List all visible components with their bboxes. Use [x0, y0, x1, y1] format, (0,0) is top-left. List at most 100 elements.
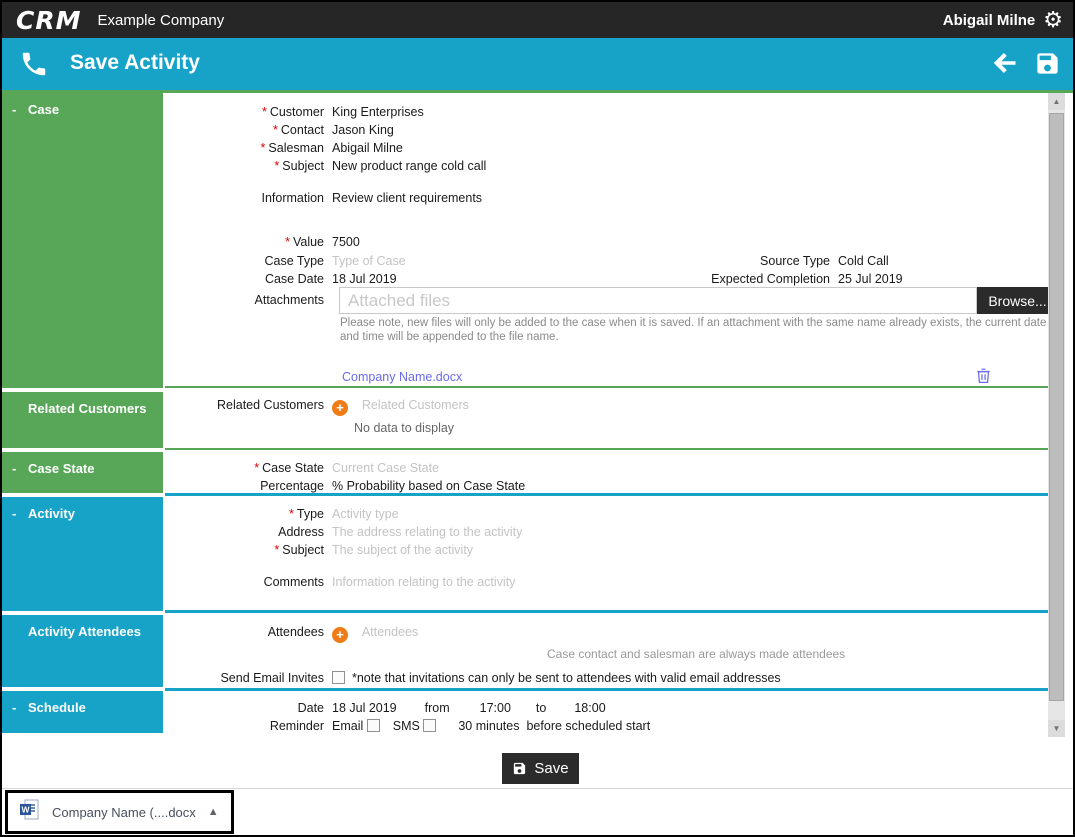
reminder-sms-checkbox[interactable]: [423, 719, 437, 732]
reminder-email-checkbox[interactable]: [366, 719, 380, 732]
phone-icon: [19, 49, 49, 84]
field-label: Information: [261, 191, 324, 205]
field-label: Date: [297, 701, 324, 715]
collapse-minus-icon[interactable]: -: [12, 461, 28, 476]
scroll-down-icon[interactable]: ▼: [1048, 720, 1065, 737]
sidebar-section-activity-attendees[interactable]: Activity Attendees: [2, 615, 163, 687]
section-divider: [165, 448, 1050, 450]
send-email-invites-checkbox[interactable]: [332, 671, 345, 684]
attachments-note: Please note, new files will only be adde…: [340, 317, 1047, 343]
sidebar-section-related-customers[interactable]: Related Customers: [2, 392, 163, 448]
field-label: Comments: [263, 575, 324, 589]
sidebar-section-schedule[interactable]: - Schedule: [2, 691, 163, 733]
field-label: Case State: [262, 461, 324, 475]
source-type-value[interactable]: Cold Call: [838, 254, 889, 268]
field-label: Expected Completion: [711, 272, 830, 286]
field-case-date: Case Date 18 Jul 2019: [165, 271, 397, 288]
field-contact: * Contact Jason King: [165, 122, 394, 139]
information-value[interactable]: Review client requirements: [332, 191, 482, 205]
download-file-name: Company Name (....docx: [52, 804, 196, 820]
reminder-sms-label: SMS: [392, 719, 420, 733]
page-title: Save Activity: [70, 51, 200, 74]
case-state-placeholder[interactable]: Current Case State: [332, 461, 439, 475]
attachment-file-link[interactable]: Company Name.docx: [342, 370, 462, 384]
sidebar-label-related-customers: Related Customers: [28, 401, 147, 416]
reminder-suffix: before scheduled start: [526, 719, 651, 733]
expected-completion-value[interactable]: 25 Jul 2019: [838, 272, 903, 286]
top-bar: CRM Example Company Abigail Milne ⚙︎: [2, 2, 1073, 38]
chevron-up-icon[interactable]: ▲︎: [208, 806, 219, 818]
add-related-customer-icon[interactable]: +: [332, 400, 348, 416]
related-customers-placeholder[interactable]: Related Customers: [362, 398, 469, 412]
subject-value[interactable]: New product range cold call: [332, 159, 486, 173]
field-case-state: * Case State Current Case State: [165, 460, 439, 477]
no-data-text: No data to display: [354, 421, 455, 435]
attendees-note: Case contact and salesman are always mad…: [547, 647, 846, 661]
collapse-minus-icon[interactable]: -: [12, 700, 28, 715]
email-invites-note: *note that invitations can only be sent …: [351, 671, 781, 685]
reminder-minutes-value[interactable]: 30 minutes: [458, 719, 519, 733]
required-asterisk: *: [261, 105, 267, 119]
svg-text:W: W: [21, 804, 30, 814]
settings-gear-icon[interactable]: ⚙︎: [1043, 9, 1063, 31]
field-address: Address The address relating to the activ…: [165, 524, 522, 541]
address-placeholder[interactable]: The address relating to the activity: [332, 525, 522, 539]
required-asterisk: *: [274, 159, 280, 173]
activity-subject-placeholder[interactable]: The subject of the activity: [332, 543, 473, 557]
date-value[interactable]: 18 Jul 2019: [332, 701, 397, 715]
save-disk-icon[interactable]: [1034, 50, 1061, 82]
attachments-input[interactable]: [339, 287, 977, 314]
required-asterisk: *: [289, 507, 294, 521]
section-divider: [165, 386, 1050, 388]
field-activity-subject: * Subject The subject of the activity: [165, 542, 473, 559]
download-item[interactable]: W Company Name (....docx ▲︎: [5, 790, 234, 834]
required-asterisk: *: [260, 141, 266, 155]
browse-button[interactable]: Browse...: [977, 287, 1058, 314]
word-doc-icon: W: [20, 799, 40, 826]
save-button-label: Save: [534, 760, 569, 777]
field-related-customers: Related Customers + Related Customers: [165, 397, 469, 416]
section-divider: [165, 688, 1050, 691]
back-arrow-icon[interactable]: [990, 49, 1020, 82]
field-customer: * Customer King Enterprises: [165, 104, 424, 121]
sidebar-label-schedule: Schedule: [28, 700, 86, 715]
to-time-value[interactable]: 18:00: [574, 701, 605, 715]
case-date-value[interactable]: 18 Jul 2019: [332, 272, 397, 286]
field-date: Date 18 Jul 2019 from 17:00 to 18:00: [165, 700, 606, 717]
field-label: Send Email Invites: [220, 671, 324, 685]
field-label: Case Date: [264, 272, 324, 286]
field-type: * Type Activity type: [165, 506, 399, 523]
sidebar-section-activity[interactable]: - Activity: [2, 497, 163, 611]
sidebar-label-case: Case: [28, 102, 60, 117]
collapse-minus-icon[interactable]: -: [12, 506, 28, 521]
attendees-placeholder[interactable]: Attendees: [362, 625, 418, 639]
page-header: Save Activity: [2, 38, 1073, 90]
save-button[interactable]: Save: [502, 753, 579, 784]
crm-window: CRM Example Company Abigail Milne ⚙︎ Sav…: [0, 0, 1075, 837]
customer-value[interactable]: King Enterprises: [332, 105, 424, 119]
scroll-up-icon[interactable]: ▲: [1048, 93, 1065, 110]
field-attachments-label: Attachments: [165, 292, 332, 309]
type-placeholder[interactable]: Activity type: [332, 507, 399, 521]
field-subject: * Subject New product range cold call: [165, 158, 486, 175]
required-asterisk: *: [254, 461, 260, 475]
field-comments: Comments Information relating to the acti…: [165, 574, 516, 591]
case-type-placeholder[interactable]: Type of Case: [332, 254, 406, 268]
scrollbar-thumb[interactable]: [1049, 113, 1064, 701]
field-label: Reminder: [269, 719, 324, 733]
from-time-value[interactable]: 17:00: [480, 701, 511, 715]
collapse-minus-icon[interactable]: -: [12, 102, 28, 117]
salesman-value[interactable]: Abigail Milne: [332, 141, 403, 155]
sidebar-section-case-state[interactable]: - Case State: [2, 452, 163, 493]
percentage-value[interactable]: % Probability based on Case State: [332, 479, 525, 493]
field-label: Value: [292, 235, 324, 249]
value-value[interactable]: 7500: [332, 235, 360, 249]
sidebar-section-case[interactable]: - Case: [2, 93, 163, 388]
current-user[interactable]: Abigail Milne: [943, 12, 1036, 29]
vertical-scrollbar[interactable]: ▲ ▼: [1048, 93, 1065, 737]
contact-value[interactable]: Jason King: [332, 123, 394, 137]
comments-placeholder[interactable]: Information relating to the activity: [332, 575, 515, 589]
field-label: Salesman: [268, 141, 324, 155]
add-attendee-icon[interactable]: +: [332, 627, 348, 643]
section-divider: [165, 610, 1050, 613]
